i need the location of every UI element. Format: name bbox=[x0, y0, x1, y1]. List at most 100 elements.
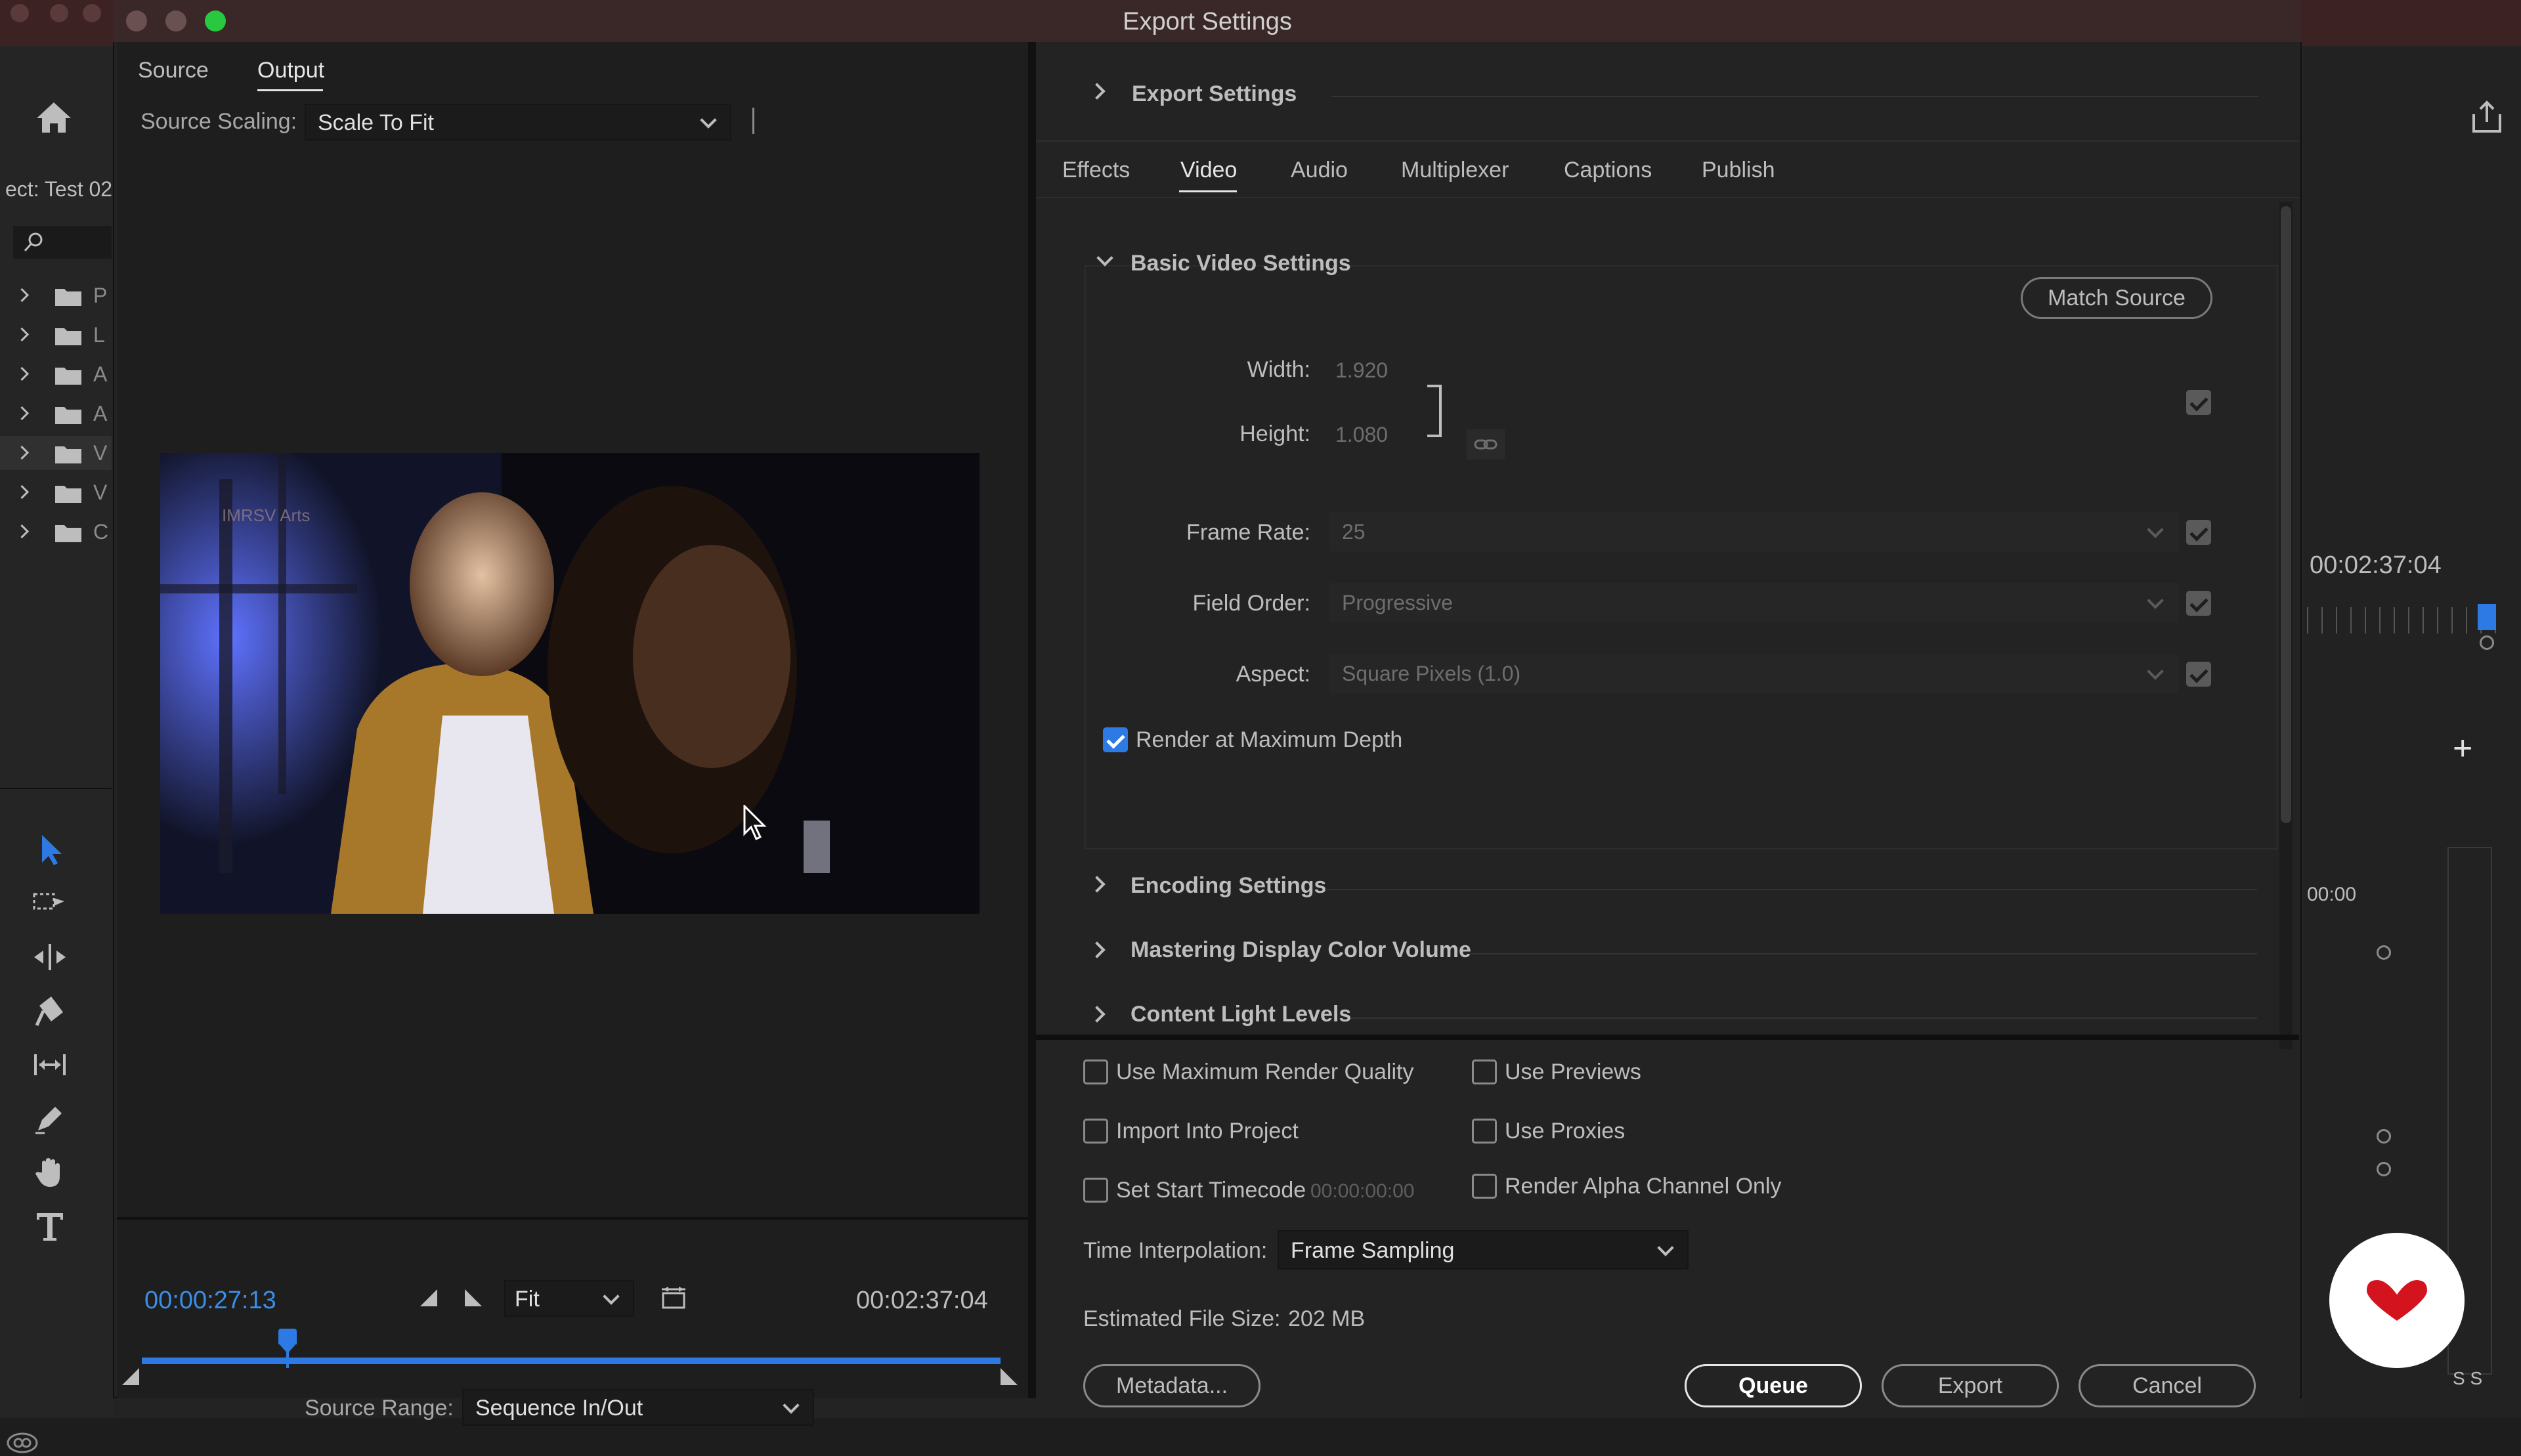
use-proxies-label[interactable]: Use Proxies bbox=[1505, 1119, 1625, 1144]
export-button[interactable]: Export bbox=[1882, 1364, 2059, 1407]
settings-scrollbar[interactable] bbox=[2279, 202, 2293, 1049]
chevron-right-icon[interactable] bbox=[1088, 83, 1106, 100]
height-value[interactable]: 1.080 bbox=[1335, 423, 1388, 447]
pane-divider[interactable] bbox=[1028, 42, 1036, 1398]
chevron-right-icon[interactable] bbox=[14, 406, 30, 421]
frame-rate-dropdown[interactable]: 25 bbox=[1329, 512, 2178, 551]
chevron-down-icon[interactable] bbox=[1096, 249, 1113, 267]
selection-tool-icon[interactable] bbox=[32, 831, 68, 868]
set-start-timecode-label[interactable]: Set Start Timecode bbox=[1116, 1178, 1306, 1203]
max-render-quality-checkbox[interactable] bbox=[1083, 1060, 1108, 1084]
render-max-depth-checkbox[interactable] bbox=[1103, 727, 1128, 752]
bin-row[interactable]: C bbox=[0, 515, 112, 549]
aspect-dropdown[interactable]: Square Pixels (1.0) bbox=[1329, 654, 2178, 693]
basic-video-title[interactable]: Basic Video Settings bbox=[1131, 251, 1351, 276]
bin-row[interactable]: A bbox=[0, 357, 112, 391]
volume-keyframe-3[interactable] bbox=[2377, 1162, 2391, 1176]
tab-video[interactable]: Video bbox=[1180, 158, 1237, 183]
chevron-right-icon[interactable] bbox=[14, 327, 30, 342]
app-close-dot[interactable] bbox=[11, 4, 29, 22]
tab-output[interactable]: Output bbox=[257, 58, 324, 83]
chevron-right-icon[interactable] bbox=[14, 288, 30, 303]
set-out-point-icon[interactable] bbox=[462, 1287, 485, 1309]
folder-icon bbox=[55, 368, 81, 385]
render-max-depth-label[interactable]: Render at Maximum Depth bbox=[1136, 727, 1402, 753]
bin-row[interactable]: L bbox=[0, 318, 112, 352]
volume-keyframe-2[interactable] bbox=[2377, 1129, 2391, 1144]
chevron-right-icon[interactable] bbox=[14, 366, 30, 381]
field-order-dropdown[interactable]: Progressive bbox=[1329, 583, 2178, 622]
app-minimize-dot[interactable] bbox=[50, 4, 68, 22]
preview-playhead[interactable] bbox=[278, 1329, 297, 1368]
max-render-quality-label[interactable]: Use Maximum Render Quality bbox=[1116, 1060, 1413, 1085]
tab-captions[interactable]: Captions bbox=[1564, 158, 1652, 183]
scrollbar-thumb[interactable] bbox=[2281, 206, 2291, 823]
bin-row[interactable]: A bbox=[0, 396, 112, 431]
timeline-playhead[interactable] bbox=[2478, 604, 2496, 630]
set-start-timecode-checkbox[interactable] bbox=[1083, 1178, 1108, 1203]
tab-multiplexer[interactable]: Multiplexer bbox=[1401, 158, 1509, 183]
bin-row[interactable]: V bbox=[0, 436, 112, 470]
aspect-override-checkbox[interactable] bbox=[2186, 662, 2211, 687]
app-zoom-dot[interactable] bbox=[83, 4, 101, 22]
chevron-right-icon[interactable] bbox=[14, 445, 30, 460]
chevron-right-icon[interactable] bbox=[1088, 876, 1106, 893]
queue-button[interactable]: Queue bbox=[1685, 1364, 1862, 1407]
use-proxies-checkbox[interactable] bbox=[1472, 1119, 1497, 1144]
constrain-proportions-toggle[interactable] bbox=[1467, 429, 1505, 460]
source-range-bar[interactable] bbox=[142, 1358, 1001, 1364]
import-into-project-label[interactable]: Import Into Project bbox=[1116, 1119, 1299, 1144]
timeline-zoom-handle[interactable] bbox=[2480, 635, 2494, 650]
set-in-point-icon[interactable] bbox=[418, 1287, 440, 1309]
tab-source[interactable]: Source bbox=[138, 58, 209, 83]
pen-tool-icon[interactable] bbox=[32, 1100, 68, 1137]
creative-cloud-icon[interactable] bbox=[5, 1430, 39, 1456]
tab-effects[interactable]: Effects bbox=[1062, 158, 1130, 183]
aspect-toggle-icon[interactable] bbox=[659, 1285, 688, 1312]
use-previews-label[interactable]: Use Previews bbox=[1505, 1060, 1641, 1085]
start-timecode-value[interactable]: 00:00:00:00 bbox=[1310, 1180, 1414, 1203]
in-point-marker-icon[interactable] bbox=[121, 1367, 140, 1386]
dimensions-override-checkbox[interactable] bbox=[2186, 390, 2211, 415]
use-previews-checkbox[interactable] bbox=[1472, 1060, 1497, 1084]
slip-tool-icon[interactable] bbox=[32, 1046, 68, 1083]
brand-badge[interactable] bbox=[2329, 1233, 2465, 1368]
share-icon[interactable] bbox=[2468, 98, 2505, 135]
source-scaling-dropdown[interactable]: Scale To Fit bbox=[305, 104, 731, 140]
frame-rate-override-checkbox[interactable] bbox=[2186, 520, 2211, 545]
razor-tool-icon[interactable] bbox=[32, 993, 68, 1029]
tab-publish[interactable]: Publish bbox=[1702, 158, 1775, 183]
type-tool-icon[interactable] bbox=[32, 1208, 68, 1245]
field-order-override-checkbox[interactable] bbox=[2186, 591, 2211, 616]
source-range-dropdown[interactable]: Sequence In/Out bbox=[462, 1389, 814, 1426]
out-point-marker-icon[interactable] bbox=[999, 1367, 1019, 1386]
cancel-button[interactable]: Cancel bbox=[2079, 1364, 2256, 1407]
metadata-button[interactable]: Metadata... bbox=[1083, 1364, 1260, 1407]
project-search-field[interactable] bbox=[13, 226, 112, 259]
chevron-right-icon[interactable] bbox=[1088, 941, 1106, 958]
render-alpha-checkbox[interactable] bbox=[1472, 1174, 1497, 1199]
chevron-right-icon[interactable] bbox=[1088, 1006, 1106, 1023]
track-select-tool-icon[interactable] bbox=[32, 885, 68, 922]
width-value[interactable]: 1.920 bbox=[1335, 358, 1388, 383]
bin-row[interactable]: V bbox=[0, 475, 112, 509]
chevron-right-icon[interactable] bbox=[14, 524, 30, 539]
bin-row[interactable]: P bbox=[0, 278, 112, 312]
volume-keyframe-1[interactable] bbox=[2377, 945, 2391, 960]
add-icon[interactable]: + bbox=[2453, 729, 2472, 768]
mastering-display-title[interactable]: Mastering Display Color Volume bbox=[1131, 937, 1471, 963]
encoding-settings-title[interactable]: Encoding Settings bbox=[1131, 873, 1326, 899]
render-alpha-label[interactable]: Render Alpha Channel Only bbox=[1505, 1174, 1782, 1199]
time-interpolation-dropdown[interactable]: Frame Sampling bbox=[1278, 1230, 1689, 1270]
match-source-button[interactable]: Match Source bbox=[2021, 277, 2212, 319]
import-into-project-checkbox[interactable] bbox=[1083, 1119, 1108, 1144]
content-light-levels-title[interactable]: Content Light Levels bbox=[1131, 1002, 1351, 1027]
hand-tool-icon[interactable] bbox=[32, 1154, 68, 1191]
ripple-edit-tool-icon[interactable] bbox=[32, 939, 68, 975]
home-icon[interactable] bbox=[34, 100, 74, 135]
current-timecode[interactable]: 00:00:27:13 bbox=[144, 1287, 276, 1315]
zoom-level-dropdown[interactable]: Fit bbox=[504, 1280, 634, 1317]
chevron-right-icon[interactable] bbox=[14, 484, 30, 500]
export-settings-header[interactable]: Export Settings bbox=[1132, 81, 1297, 107]
tab-audio[interactable]: Audio bbox=[1291, 158, 1348, 183]
